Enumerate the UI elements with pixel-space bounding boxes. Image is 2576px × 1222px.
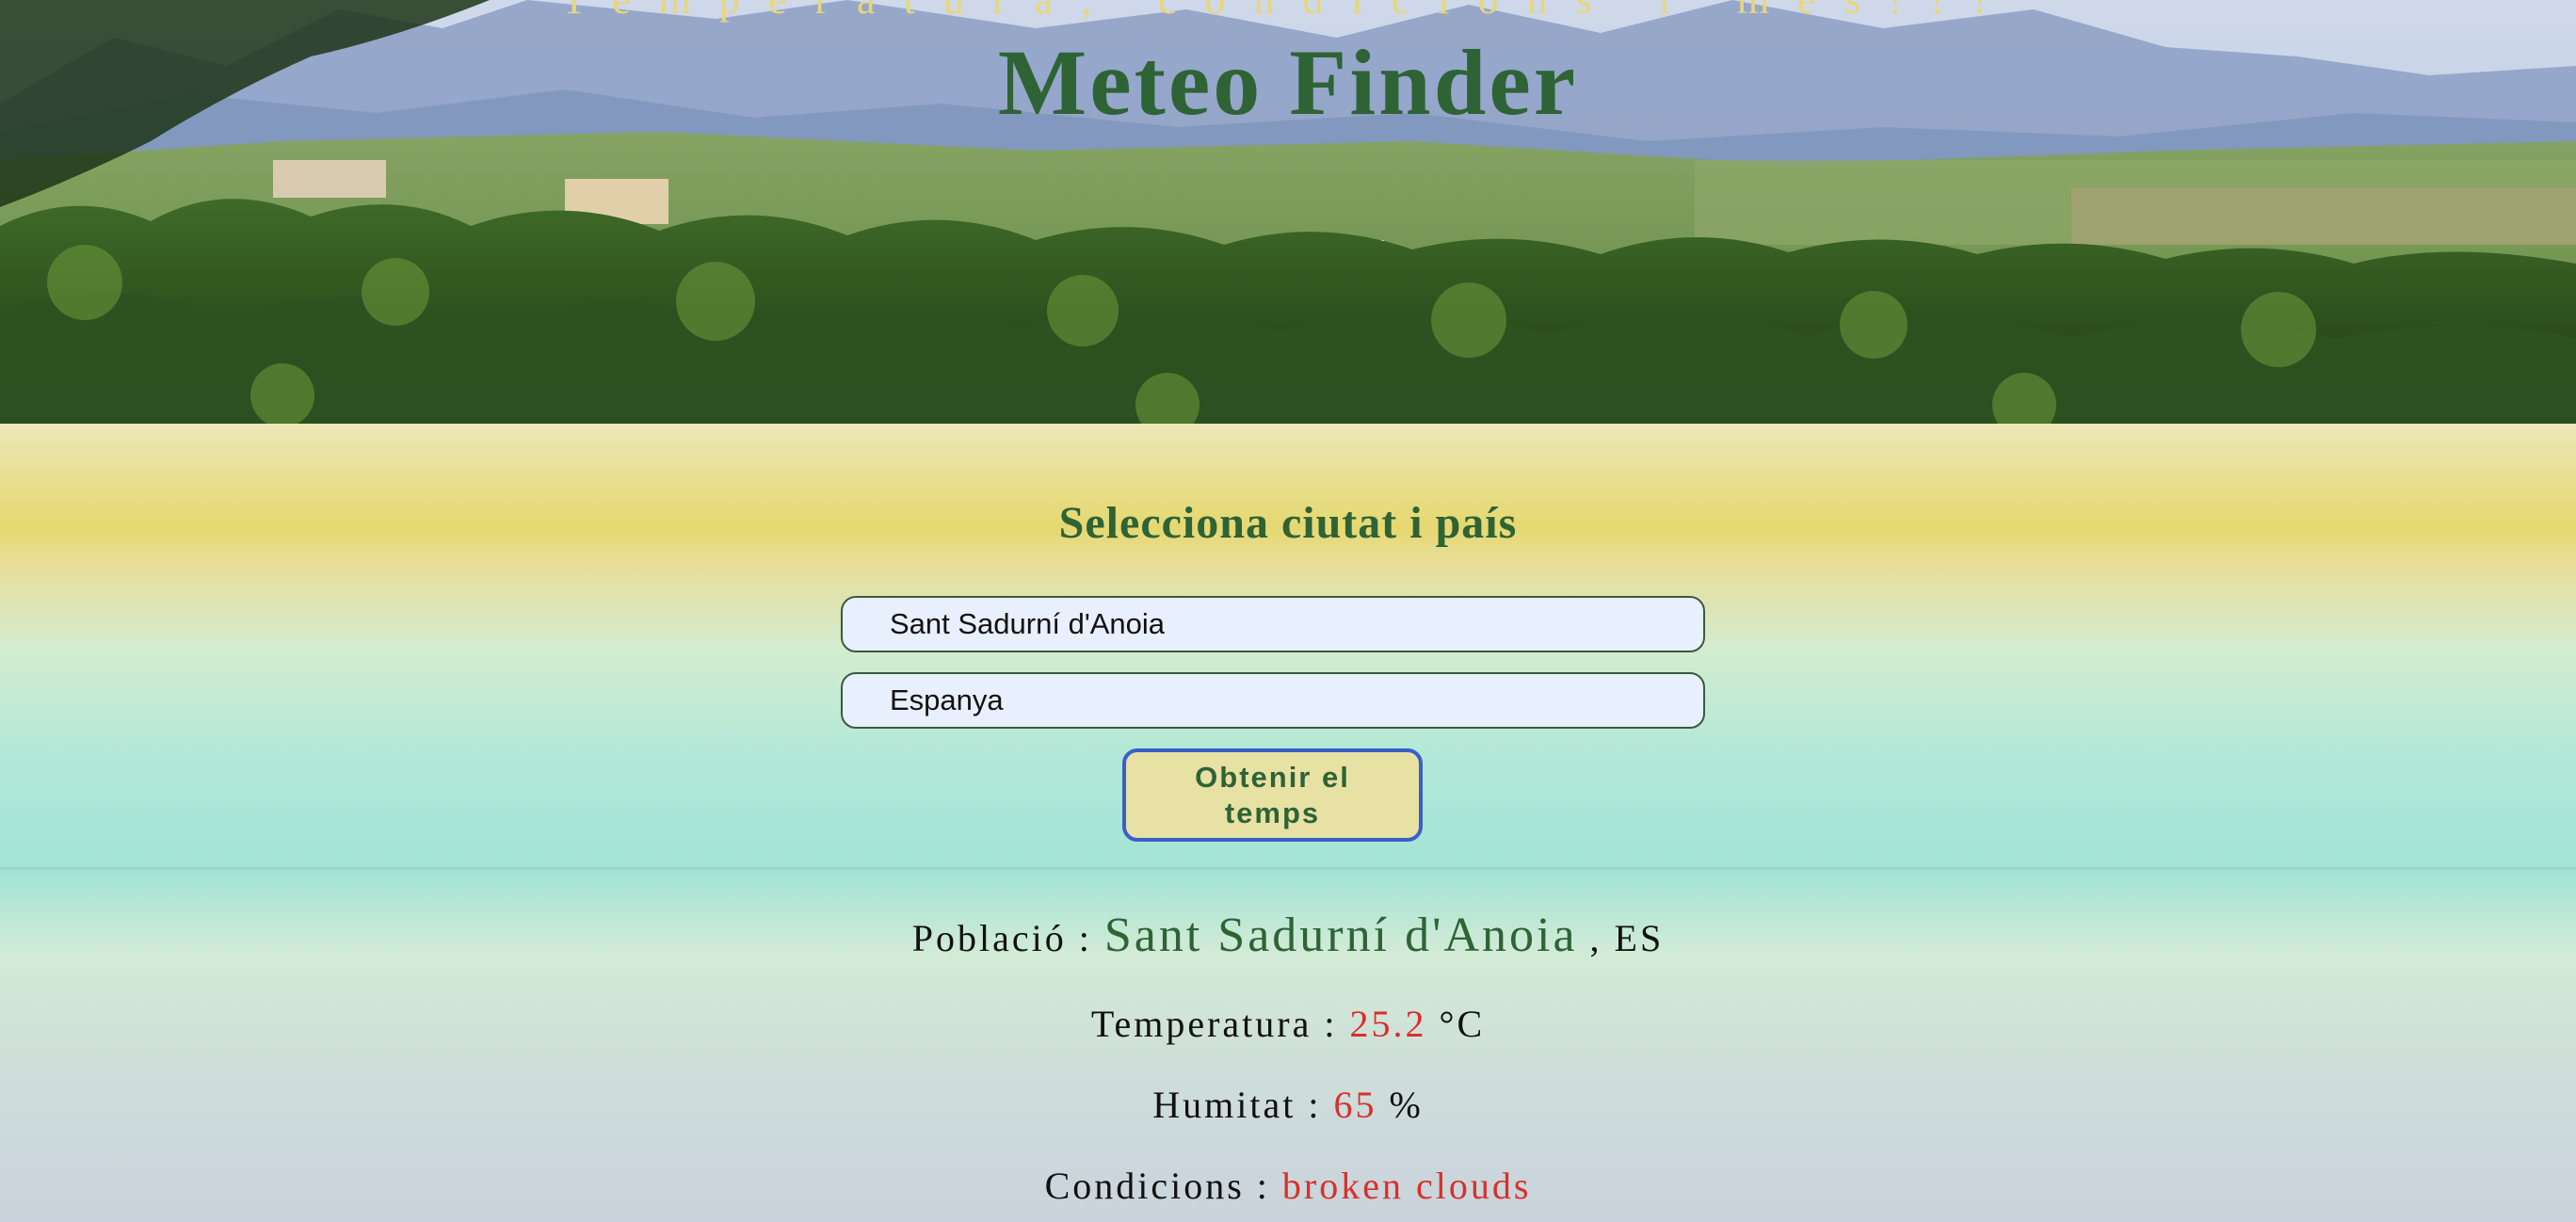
- city-input[interactable]: [841, 596, 1705, 652]
- country-input[interactable]: [841, 672, 1705, 729]
- humidity-value: 65: [1333, 1084, 1377, 1126]
- conditions-value: broken clouds: [1281, 1165, 1532, 1207]
- weather-results: Població : Sant Sadurní d'Anoia , ES Tem…: [0, 870, 2576, 1222]
- temperature-label: Temperatura :: [1090, 1003, 1338, 1045]
- location-city-value: Sant Sadurní d'Anoia: [1103, 908, 1578, 962]
- search-form-section: Selecciona ciutat i país Obtenir el temp…: [0, 424, 2576, 870]
- conditions-row: Condicions : broken clouds: [0, 1164, 2576, 1208]
- temperature-value: 25.2: [1349, 1003, 1427, 1045]
- form-heading: Selecciona ciutat i país: [1058, 498, 1518, 548]
- humidity-unit: %: [1389, 1084, 1424, 1126]
- hero-header: Temperatura, condicions i més!!! Meteo F…: [0, 0, 2576, 424]
- location-label: Població :: [911, 917, 1092, 959]
- location-row: Població : Sant Sadurní d'Anoia , ES: [0, 908, 2576, 963]
- temperature-row: Temperatura : 25.2 °C: [0, 1002, 2576, 1046]
- humidity-row: Humitat : 65 %: [0, 1083, 2576, 1127]
- app-title: Meteo Finder: [997, 30, 1579, 135]
- get-weather-button[interactable]: Obtenir el temps: [1122, 748, 1423, 842]
- app-tagline: Temperatura, condicions i més!!!: [0, 0, 2576, 24]
- temperature-unit: °C: [1439, 1003, 1486, 1045]
- conditions-label: Condicions :: [1044, 1165, 1270, 1207]
- humidity-label: Humitat :: [1152, 1084, 1322, 1126]
- location-country-code: , ES: [1589, 917, 1665, 959]
